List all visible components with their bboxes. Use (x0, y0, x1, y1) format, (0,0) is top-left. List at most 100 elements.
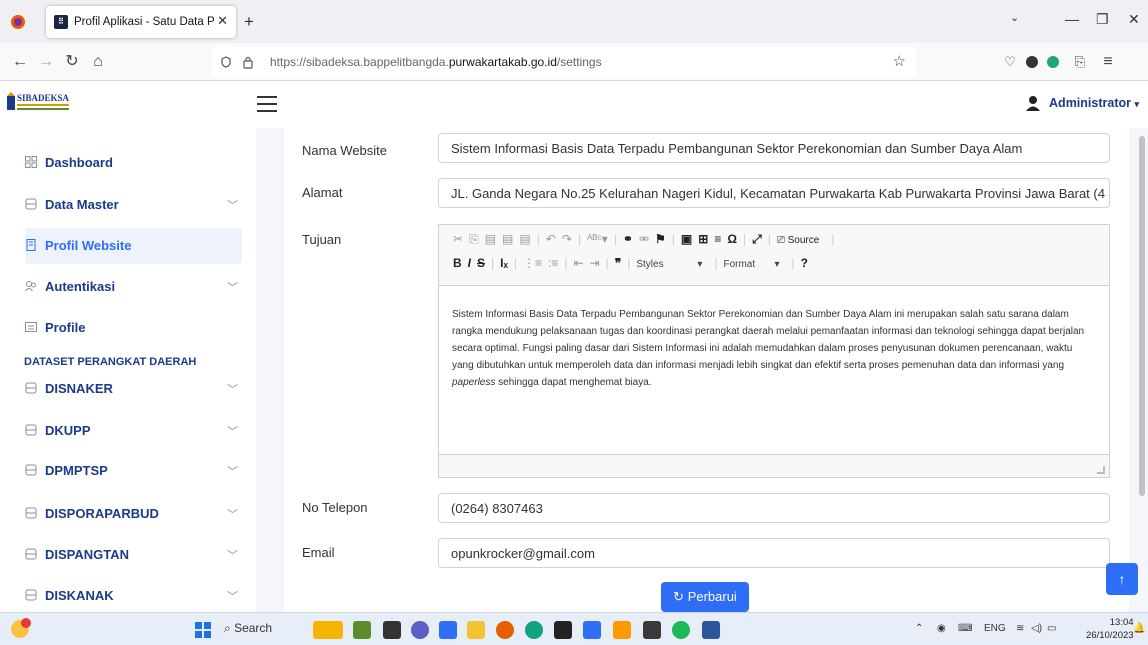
lock-icon[interactable] (242, 55, 254, 69)
special-char-icon[interactable]: Ω (727, 232, 737, 246)
keyboard-icon[interactable]: ⌨ (958, 623, 972, 634)
file-explorer-icon[interactable] (467, 621, 485, 639)
source-button[interactable]: ⎚ Source (777, 235, 825, 246)
table-icon[interactable]: ⊞ (698, 232, 708, 246)
horizontal-line-icon[interactable]: ≡ (714, 232, 721, 246)
paste-text-icon[interactable]: ▤ (502, 232, 513, 246)
forward-icon[interactable]: → (36, 52, 56, 72)
cut-icon[interactable]: ✂ (453, 232, 463, 246)
taskbar-clock[interactable]: 13:04 26/10/2023 (1086, 616, 1134, 642)
nama-website-input[interactable]: Sistem Informasi Basis Data Terpadu Pemb… (438, 133, 1110, 163)
tray-chevron-icon[interactable]: ⌃ (915, 623, 923, 634)
battery-icon[interactable]: ▭ (1047, 623, 1056, 634)
wifi-icon[interactable]: ≋ (1016, 623, 1024, 634)
sidebar-item-disnaker[interactable]: DISNAKER ﹀ (25, 371, 242, 407)
bold-icon[interactable]: B (453, 256, 462, 270)
alamat-input[interactable]: JL. Ganda Negara No.25 Kelurahan Nageri … (438, 178, 1110, 208)
firefox-taskbar-icon[interactable] (496, 621, 514, 639)
todo-icon[interactable] (439, 621, 457, 639)
outdent-icon[interactable]: ⇤ (574, 256, 584, 270)
sidebar-item-diskanak[interactable]: DISKANAK ﹀ (25, 578, 242, 614)
format-dropdown[interactable]: Format ▾ (723, 259, 785, 270)
menu-icon[interactable]: ≡ (1098, 52, 1118, 72)
unlink-icon[interactable]: ⚮ (639, 232, 649, 246)
undo-icon[interactable]: ↶ (546, 232, 556, 246)
weather-widget-icon[interactable] (8, 617, 32, 641)
new-tab-icon[interactable]: + (244, 12, 254, 32)
tab-list-chevron-icon[interactable]: ⌄ (1010, 11, 1019, 24)
pre-app-icon[interactable] (353, 621, 371, 639)
remove-format-icon[interactable]: Iₓ (500, 256, 508, 270)
anchor-flag-icon[interactable]: ⚑ (655, 232, 666, 246)
widgets-icon[interactable] (313, 621, 343, 639)
url-bar[interactable]: https://sibadeksa.bappelitbangda.purwaka… (212, 47, 916, 77)
pocket-icon[interactable]: ♡ (1000, 52, 1020, 72)
dropbox-icon[interactable] (554, 621, 572, 639)
spotify-icon[interactable] (672, 621, 690, 639)
extension-icon[interactable] (1025, 55, 1039, 69)
sidebar-item-data-master[interactable]: Data Master ﹀ (25, 187, 242, 223)
amazon-icon[interactable] (613, 621, 631, 639)
back-to-top-button[interactable]: ↑ (1106, 563, 1138, 595)
store-icon[interactable] (583, 621, 601, 639)
bookmark-star-icon[interactable]: ☆ (893, 52, 906, 70)
user-icon[interactable] (1025, 95, 1041, 111)
sidebar-item-dispangtan[interactable]: DISPANGTAN ﹀ (25, 537, 242, 573)
indent-icon[interactable]: ⇥ (590, 256, 600, 270)
strike-icon[interactable]: S (477, 256, 485, 270)
image-icon[interactable]: ▣ (681, 232, 692, 246)
taskbar-search[interactable]: ⌕ Search (224, 621, 272, 636)
home-icon[interactable]: ⌂ (88, 52, 108, 72)
email-input[interactable]: opunkrocker@gmail.com (438, 538, 1110, 568)
sidebar-item-dkupp[interactable]: DKUPP ﹀ (25, 413, 242, 449)
firefox-icon[interactable] (10, 14, 26, 30)
editor-content[interactable]: Sistem Informasi Basis Data Terpadu Pemb… (439, 285, 1109, 455)
sidebar-item-profile[interactable]: Profile (25, 310, 242, 346)
link-icon[interactable]: ⚭ (623, 232, 633, 246)
chat-icon[interactable] (411, 621, 429, 639)
back-icon[interactable]: ← (10, 52, 30, 72)
sidebar-item-autentikasi[interactable]: Autentikasi ﹀ (25, 269, 242, 305)
sibadeksa-logo[interactable]: SIBADEKSA (7, 92, 69, 116)
edge-icon[interactable] (525, 621, 543, 639)
sidebar-item-disporaparbud[interactable]: DISPORAPARBUD ﹀ (25, 496, 242, 532)
sidebar-item-dpmptsp[interactable]: DPMPTSP ﹀ (25, 453, 242, 489)
minimize-icon[interactable]: — (1065, 11, 1079, 27)
extensions-icon[interactable]: ⎘ (1070, 52, 1090, 72)
browser-tab[interactable]: ⠿ Profil Aplikasi - Satu Data Purw ✕ (46, 6, 236, 38)
volume-icon[interactable]: ◁) (1031, 623, 1042, 634)
reload-icon[interactable]: ↻ (62, 52, 82, 72)
bulleted-list-icon[interactable]: :≡ (548, 256, 558, 270)
word-icon[interactable] (702, 621, 720, 639)
paste-word-icon[interactable]: ▤ (519, 232, 530, 246)
task-view-icon[interactable] (383, 621, 401, 639)
italic-icon[interactable]: I (468, 256, 471, 270)
maximize-icon[interactable]: ❐ (1096, 11, 1109, 28)
styles-dropdown[interactable]: Styles ▾ (636, 259, 708, 270)
close-tab-icon[interactable]: ✕ (217, 13, 228, 29)
paste-icon[interactable]: ▤ (485, 232, 496, 246)
sidebar-toggle-icon[interactable] (257, 96, 277, 113)
notification-bell-icon[interactable]: 🔔 (1133, 623, 1145, 634)
numbered-list-icon[interactable]: ⋮≡ (523, 256, 542, 270)
perbarui-button[interactable]: ↻ Perbarui (661, 582, 749, 612)
tujuan-rich-text-editor[interactable]: ✂ ⎘ ▤ ▤ ▤ | ↶ ↷ | ᴬᴮᶜ▾ | ⚭ ⚮ ⚑ | ▣ ⊞ ≡ Ω | ⤢ | ⎚ Source | B I S | I… (438, 224, 1110, 478)
help-icon[interactable]: ? (801, 256, 808, 270)
user-dropdown[interactable]: Administrator ▾ (1049, 96, 1139, 110)
sidebar-item-dashboard[interactable]: Dashboard (25, 145, 242, 181)
windows-start-icon[interactable] (195, 622, 211, 638)
redo-icon[interactable]: ↷ (562, 232, 572, 246)
no-telepon-input[interactable]: (0264) 8307463 (438, 493, 1110, 523)
close-window-icon[interactable]: ✕ (1128, 11, 1140, 28)
app-icon[interactable] (643, 621, 661, 639)
language-indicator[interactable]: ENG (984, 623, 1006, 634)
resize-handle-icon[interactable] (1097, 466, 1105, 474)
tracking-shield-icon[interactable] (220, 56, 232, 68)
tray-app-icon[interactable]: ◉ (937, 623, 946, 634)
sidebar-item-profil-website[interactable]: Profil Website (25, 228, 242, 264)
maximize-editor-icon[interactable]: ⤢ (752, 232, 762, 247)
account-icon[interactable] (1046, 55, 1060, 69)
blockquote-icon[interactable]: ❞ (615, 256, 621, 270)
spellcheck-icon[interactable]: ᴬᴮᶜ▾ (587, 232, 608, 246)
page-scrollbar[interactable] (1136, 128, 1148, 612)
